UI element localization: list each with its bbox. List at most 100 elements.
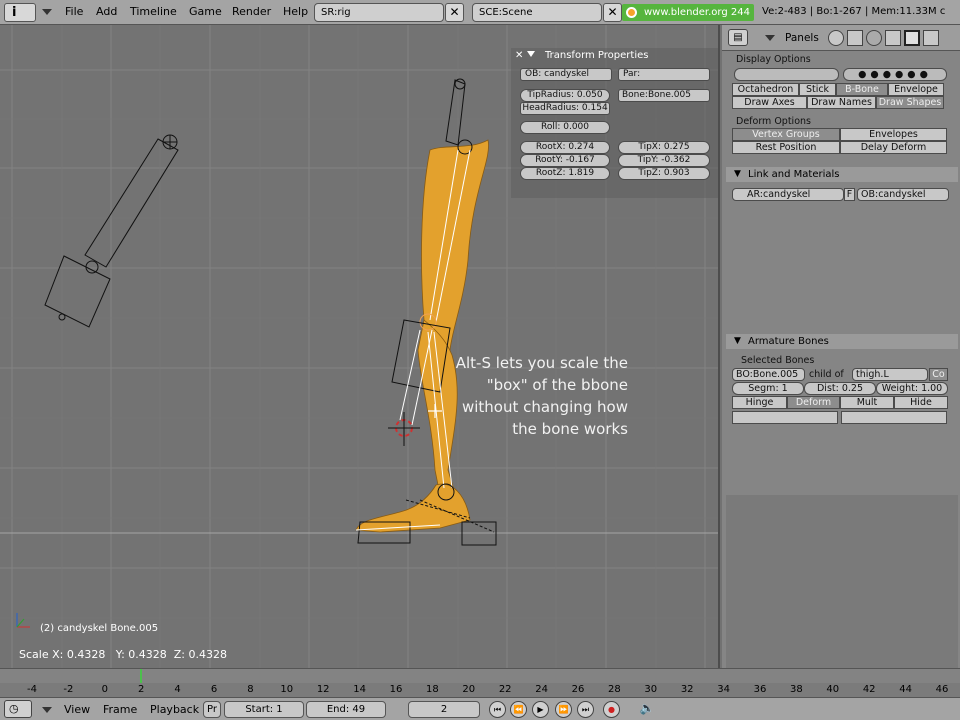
record-icon[interactable]: ● bbox=[603, 701, 620, 718]
root-x-field[interactable]: RootX: 0.274 bbox=[520, 141, 610, 154]
audio-sync-icon[interactable]: 🔈 bbox=[637, 701, 657, 718]
start-frame-field[interactable]: Start: 1 bbox=[224, 701, 304, 718]
root-z-field[interactable]: RootZ: 1.819 bbox=[520, 167, 610, 180]
timeline-tick-label: -2 bbox=[63, 684, 74, 695]
bone-name-field[interactable]: BO:Bone.005 bbox=[732, 368, 805, 381]
scene-close-button[interactable]: ✕ bbox=[603, 3, 622, 22]
clock-icon[interactable]: ◷ bbox=[4, 700, 32, 718]
current-frame-field[interactable]: 2 bbox=[408, 701, 480, 718]
timeline-tick-label: 0 bbox=[101, 684, 108, 695]
menu-collapse-icon[interactable] bbox=[42, 9, 52, 15]
weight-field[interactable]: Weight: 1.00 bbox=[876, 382, 948, 395]
editing-icon[interactable] bbox=[904, 30, 920, 46]
header-collapse-icon[interactable] bbox=[765, 35, 775, 41]
vertex-groups-button[interactable]: Vertex Groups bbox=[732, 128, 840, 141]
object-name-field[interactable]: OB: candyskel bbox=[520, 68, 612, 81]
timeline-tick-label: 22 bbox=[498, 684, 512, 695]
shading-icon[interactable] bbox=[866, 30, 882, 46]
tip-y-field[interactable]: TipY: -0.362 bbox=[618, 154, 710, 167]
timeline-tick-label: 10 bbox=[280, 684, 294, 695]
menu-add[interactable]: Add bbox=[96, 5, 117, 18]
menu-file[interactable]: File bbox=[65, 5, 83, 18]
panel-collapse-icon[interactable] bbox=[527, 51, 535, 57]
draw-axes-button[interactable]: Draw Axes bbox=[732, 96, 807, 109]
timeline-tick-label: 44 bbox=[899, 684, 912, 695]
jump-start-icon[interactable]: ⏮ bbox=[489, 701, 506, 718]
next-key-icon[interactable]: ⏩ bbox=[555, 701, 572, 718]
previous-key-icon[interactable]: ⏪ bbox=[510, 701, 527, 718]
current-frame-marker bbox=[140, 669, 142, 683]
timeline-tick-label: 42 bbox=[862, 684, 876, 695]
object-icon[interactable] bbox=[885, 30, 901, 46]
timeline-tick-label: 40 bbox=[826, 684, 840, 695]
draw-shapes-button[interactable]: Draw Shapes bbox=[876, 96, 944, 109]
tutorial-overlay-text: Alt-S lets you scale the "box" of the bb… bbox=[420, 352, 628, 440]
mult-button[interactable]: Mult bbox=[840, 396, 894, 409]
layer-buttons-left[interactable] bbox=[734, 68, 839, 81]
envelopes-button[interactable]: Envelopes bbox=[840, 128, 947, 141]
blender-url-badge[interactable]: www.blender.org 244 bbox=[622, 4, 754, 21]
roll-field[interactable]: Roll: 0.000 bbox=[520, 121, 610, 134]
timeline-ruler[interactable]: -4 -2 0 2 4 6 8 10 12 14 16 18 20 22 24 26 28 30 32 34 36 38 4… bbox=[0, 668, 960, 698]
jump-end-icon[interactable]: ⏭ bbox=[577, 701, 594, 718]
draw-octahedron-button[interactable]: Octahedron bbox=[732, 83, 799, 96]
segments-field[interactable]: Segm: 1 bbox=[732, 382, 804, 395]
menu-game[interactable]: Game bbox=[189, 5, 222, 18]
timeline-tick-label: 6 bbox=[210, 684, 218, 695]
menu-help[interactable]: Help bbox=[283, 5, 308, 18]
parent-bone-select[interactable]: thigh.L bbox=[852, 368, 928, 381]
child-of-label: child of bbox=[809, 369, 844, 380]
draw-names-button[interactable]: Draw Names bbox=[807, 96, 876, 109]
window-type-icon[interactable]: ▤ bbox=[728, 29, 748, 46]
draw-bbone-button[interactable]: B-Bone bbox=[836, 83, 888, 96]
tip-radius-field[interactable]: TipRadius: 0.050 bbox=[520, 89, 610, 102]
hide-button[interactable]: Hide bbox=[894, 396, 948, 409]
bone-layer-buttons-right[interactable] bbox=[841, 411, 947, 424]
fake-user-button[interactable]: F bbox=[844, 188, 855, 201]
overlay-line: Alt-S lets you scale the bbox=[455, 354, 628, 372]
logic-icon[interactable] bbox=[828, 30, 844, 46]
object-link-field[interactable]: OB:candyskel bbox=[857, 188, 949, 201]
timeline-tick-label: 36 bbox=[753, 684, 767, 695]
timeline-tick-label: 46 bbox=[935, 684, 949, 695]
info-icon[interactable]: i bbox=[4, 3, 36, 22]
hinge-button[interactable]: Hinge bbox=[732, 396, 787, 409]
header-collapse-icon[interactable] bbox=[42, 707, 52, 713]
menu-view[interactable]: View bbox=[64, 703, 90, 716]
distance-field[interactable]: Dist: 0.25 bbox=[804, 382, 876, 395]
rest-position-button[interactable]: Rest Position bbox=[732, 141, 840, 154]
draw-stick-button[interactable]: Stick bbox=[799, 83, 836, 96]
menu-render[interactable]: Render bbox=[232, 5, 271, 18]
script-icon[interactable] bbox=[847, 30, 863, 46]
armature-bones-header[interactable]: ▼ Armature Bones bbox=[726, 334, 958, 349]
bone-name-field[interactable]: Bone:Bone.005 bbox=[618, 89, 710, 102]
parent-field[interactable]: Par: bbox=[618, 68, 710, 81]
delay-deform-button[interactable]: Delay Deform bbox=[840, 141, 947, 154]
armature-datablock-field[interactable]: AR:candyskel bbox=[732, 188, 844, 201]
timeline-tick-label: 26 bbox=[571, 684, 585, 695]
scene-icon[interactable] bbox=[923, 30, 939, 46]
end-frame-field[interactable]: End: 49 bbox=[306, 701, 386, 718]
tip-z-field[interactable]: TipZ: 0.903 bbox=[618, 167, 710, 180]
menu-playback[interactable]: Playback bbox=[150, 703, 199, 716]
bone-layer-buttons-left[interactable] bbox=[732, 411, 838, 424]
scene-selector[interactable]: SCE:Scene bbox=[472, 3, 602, 22]
3d-viewport[interactable]: Alt-S lets you scale the "box" of the bb… bbox=[0, 25, 720, 668]
connected-button[interactable]: Co bbox=[929, 368, 948, 381]
selected-bones-label: Selected Bones bbox=[741, 355, 815, 366]
panel-close-icon[interactable]: ✕ bbox=[515, 50, 523, 61]
tip-x-field[interactable]: TipX: 0.275 bbox=[618, 141, 710, 154]
menu-timeline[interactable]: Timeline bbox=[130, 5, 177, 18]
preview-range-button[interactable]: Pr bbox=[203, 701, 221, 718]
screen-selector[interactable]: SR:rig bbox=[314, 3, 444, 22]
head-radius-field[interactable]: HeadRadius: 0.154 bbox=[520, 102, 610, 115]
link-materials-header[interactable]: ▼ Link and Materials bbox=[726, 167, 958, 182]
menu-frame[interactable]: Frame bbox=[103, 703, 137, 716]
draw-envelope-button[interactable]: Envelope bbox=[888, 83, 944, 96]
deform-button[interactable]: Deform bbox=[787, 396, 840, 409]
root-y-field[interactable]: RootY: -0.167 bbox=[520, 154, 610, 167]
layer-buttons-right[interactable]: ●●●●●● bbox=[843, 68, 947, 81]
play-icon[interactable]: ▶ bbox=[532, 701, 549, 718]
scale-readout: Scale X: 0.4328 Y: 0.4328 Z: 0.4328 bbox=[19, 648, 227, 661]
screen-close-button[interactable]: ✕ bbox=[445, 3, 464, 22]
